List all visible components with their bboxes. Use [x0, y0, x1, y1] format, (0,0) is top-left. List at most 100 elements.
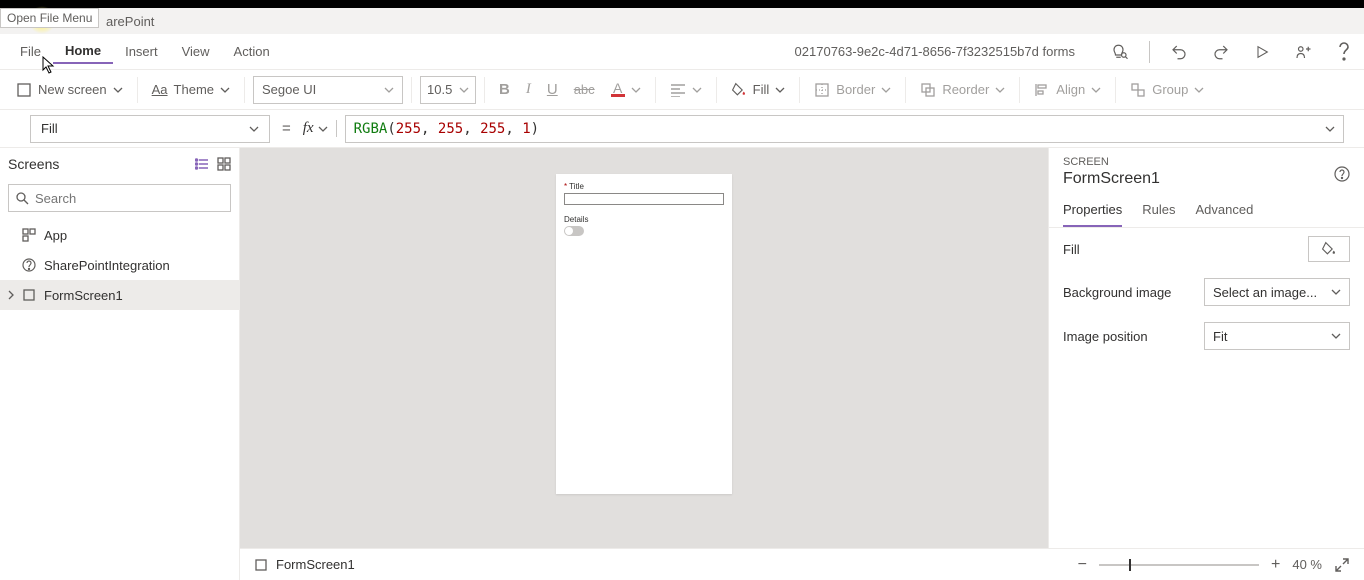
undo-icon[interactable]: [1166, 39, 1192, 65]
formula-input[interactable]: RGBA(255, 255, 255, 1): [345, 115, 1344, 143]
sep: [905, 77, 906, 103]
tab-advanced[interactable]: Advanced: [1196, 196, 1254, 227]
chevron-down-icon[interactable]: [1325, 124, 1335, 134]
property-value: Fill: [41, 121, 58, 136]
italic-button[interactable]: I: [520, 77, 537, 102]
menu-home[interactable]: Home: [53, 39, 113, 64]
status-bar: FormScreen1 − + 40 %: [240, 548, 1364, 580]
underline-button[interactable]: U: [541, 77, 564, 102]
details-toggle[interactable]: [564, 226, 584, 236]
font-color-button[interactable]: A: [605, 78, 647, 101]
font-select[interactable]: Segoe UI: [253, 76, 403, 104]
label: Theme: [174, 82, 214, 97]
chevron-down-icon: [692, 85, 702, 95]
label: Align: [1056, 82, 1085, 97]
menu-action[interactable]: Action: [222, 40, 282, 63]
play-icon[interactable]: [1250, 40, 1274, 64]
zoom-slider[interactable]: [1099, 564, 1259, 566]
tree-title: Screens: [8, 156, 59, 172]
fn-name: RGBA: [354, 121, 388, 137]
panel-help-icon[interactable]: [1334, 166, 1350, 182]
title-input[interactable]: [564, 193, 724, 205]
fit-screen-icon[interactable]: [1334, 557, 1350, 573]
arg2: 255: [438, 121, 463, 137]
sep: [244, 77, 245, 103]
property-select[interactable]: Fill: [30, 115, 270, 143]
sep: [411, 77, 412, 103]
chevron-down-icon: [1331, 287, 1341, 297]
tree-search[interactable]: [8, 184, 231, 212]
tree-item-sharepoint[interactable]: SharePointIntegration: [0, 250, 239, 280]
theme-button[interactable]: Aa Theme: [146, 78, 236, 101]
canvas-area[interactable]: *Title Details: [240, 148, 1048, 580]
chevron-right-icon[interactable]: [6, 290, 16, 300]
zoom-out-button[interactable]: −: [1078, 556, 1087, 574]
font-size-select[interactable]: 10.5: [420, 76, 476, 104]
fill-label: Fill: [1063, 242, 1080, 257]
menubar-right: [1107, 38, 1356, 66]
bg-image-select[interactable]: Select an image...: [1204, 278, 1350, 306]
chevron-down-icon: [459, 85, 469, 95]
strikethrough-button[interactable]: abc: [568, 78, 601, 101]
tab-rules[interactable]: Rules: [1142, 196, 1175, 227]
sep: [799, 77, 800, 103]
title-label: Title: [569, 182, 584, 191]
app-checker-icon[interactable]: [1107, 39, 1133, 65]
fx-label[interactable]: fx: [303, 120, 337, 137]
props-tabs: Properties Rules Advanced: [1049, 196, 1364, 228]
main-area: Screens App SharePointIntegration: [0, 148, 1364, 580]
label: Group: [1152, 82, 1188, 97]
border-button[interactable]: Border: [808, 78, 897, 102]
screen-icon: [254, 558, 268, 572]
list-view-icon[interactable]: [195, 157, 209, 171]
imgpos-value: Fit: [1213, 329, 1227, 344]
menu-insert[interactable]: Insert: [113, 40, 170, 63]
formula-bar: Fill = fx RGBA(255, 255, 255, 1): [0, 110, 1364, 148]
label: Fill: [753, 82, 770, 97]
align-button[interactable]: Align: [1028, 78, 1107, 102]
window-topstrip: [0, 0, 1364, 8]
text-align-button[interactable]: [664, 79, 708, 101]
new-screen-button[interactable]: New screen: [10, 78, 129, 102]
fill-color-button[interactable]: [1308, 236, 1350, 262]
required-star: *: [564, 182, 567, 191]
sep: [1115, 77, 1116, 103]
chevron-down-icon: [775, 85, 785, 95]
chevron-down-icon: [220, 85, 230, 95]
tree-item-app[interactable]: App: [0, 220, 239, 250]
bold-button[interactable]: B: [493, 77, 516, 102]
imgpos-label: Image position: [1063, 329, 1148, 344]
search-icon: [15, 191, 29, 205]
bg-value: Select an image...: [1213, 285, 1317, 300]
help-icon[interactable]: [1332, 38, 1356, 66]
question-icon: [22, 258, 36, 272]
form-canvas[interactable]: *Title Details: [556, 174, 732, 494]
prop-img-pos: Image position Fit: [1049, 314, 1364, 358]
grid-view-icon[interactable]: [217, 157, 231, 171]
arg1: 255: [396, 121, 421, 137]
file-menu-tooltip: Open File Menu: [0, 8, 99, 28]
tree-list: App SharePointIntegration FormScreen1: [0, 216, 239, 580]
menu-view[interactable]: View: [170, 40, 222, 63]
menu-bar: File Home Insert View Action 02170763-9e…: [0, 34, 1364, 70]
zoom-in-button[interactable]: +: [1271, 556, 1280, 574]
chevron-down-icon: [995, 85, 1005, 95]
tree-item-formscreen1[interactable]: FormScreen1: [0, 280, 239, 310]
reorder-button[interactable]: Reorder: [914, 78, 1011, 102]
redo-icon[interactable]: [1208, 39, 1234, 65]
fill-button[interactable]: Fill: [725, 78, 792, 102]
label: New screen: [38, 82, 107, 97]
chevron-down-icon: [318, 124, 328, 134]
mouse-cursor: [42, 56, 56, 74]
prop-bg-image: Background image Select an image...: [1049, 270, 1364, 314]
details-label: Details: [564, 215, 588, 224]
ribbon-toolbar: New screen Aa Theme Segoe UI 10.5 B I U …: [0, 70, 1364, 110]
tab-properties[interactable]: Properties: [1063, 196, 1122, 227]
img-pos-select[interactable]: Fit: [1204, 322, 1350, 350]
tree-search-input[interactable]: [35, 191, 224, 206]
share-icon[interactable]: [1290, 39, 1316, 65]
chevron-down-icon: [1091, 85, 1101, 95]
label: Reorder: [942, 82, 989, 97]
group-button[interactable]: Group: [1124, 78, 1210, 102]
sep: [655, 77, 656, 103]
